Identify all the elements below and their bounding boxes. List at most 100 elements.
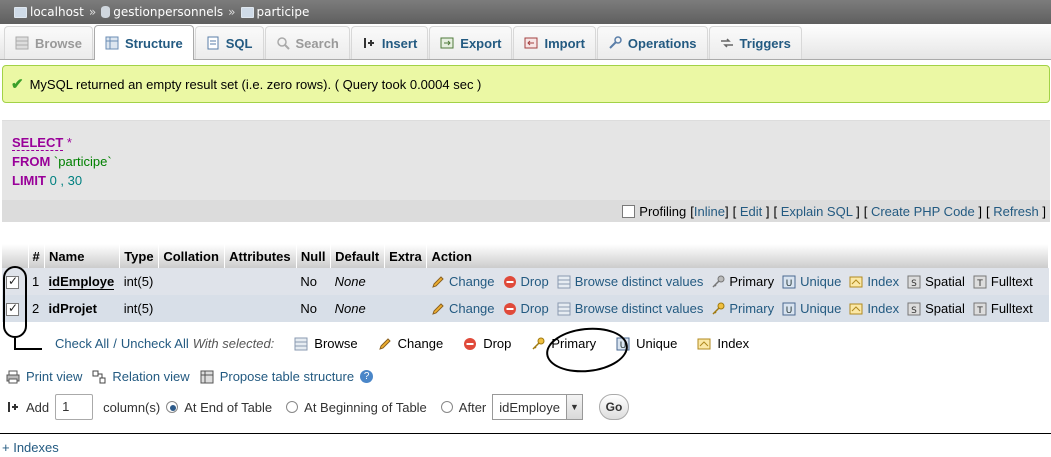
tab-insert[interactable]: Insert [350,26,429,59]
breadcrumb-table[interactable]: participe [240,5,310,19]
drop-icon [503,275,516,288]
search-icon [276,37,290,50]
breadcrumb-server[interactable]: localhost [14,5,84,19]
explain-sql-link[interactable]: Explain SQL [781,204,853,219]
change-label: Change [448,274,495,289]
primary-action[interactable]: Primary [711,274,774,289]
print-view-link[interactable]: Print view [26,369,82,384]
browse-distinct-action[interactable]: Browse distinct values [557,274,703,289]
bulk-drop-button[interactable]: Drop [463,336,511,351]
divider [0,433,1051,434]
fulltext-action[interactable]: T Fulltext [973,301,1033,316]
inline-link[interactable]: Inline [694,204,725,219]
tab-sql[interactable]: SQL [194,26,264,59]
server-link[interactable]: localhost [30,5,84,19]
table-icon [240,6,254,18]
drop-action[interactable]: Drop [503,301,549,316]
export-icon [440,37,454,49]
row-attributes [224,295,297,322]
tab-structure[interactable]: Structure [93,25,194,60]
index-icon [849,303,863,314]
after-radio[interactable] [440,401,453,413]
after-column-select[interactable]: idEmploye ▼ [492,394,583,420]
database-link[interactable]: gestionpersonnels [113,5,223,19]
check-all-link[interactable]: Check All [55,336,109,351]
drop-action[interactable]: Drop [503,274,549,289]
structure-links: Print view Relation view Propose table s… [6,369,374,384]
help-icon[interactable]: ? [360,370,374,383]
tab-import[interactable]: Import [513,26,596,59]
browse-distinct-action[interactable]: Browse distinct values [557,301,703,316]
spatial-action[interactable]: S Spatial [907,274,965,289]
success-message-text: MySQL returned an empty result set (i.e.… [29,76,482,92]
row-number: 2 [28,295,45,322]
spatial-label: Spatial [925,274,965,289]
index-action[interactable]: Index [849,274,899,289]
drop-label: Drop [520,274,549,289]
index-icon [697,338,711,349]
row-default-value: None [334,274,366,289]
at-beginning-radio[interactable] [286,401,299,413]
bulk-change-label: Change [397,336,444,351]
propose-structure-link[interactable]: Propose table structure [220,369,354,384]
print-view-item[interactable]: Print view [6,369,82,384]
relation-view-item[interactable]: Relation view [92,369,190,384]
sql-keyword-select[interactable]: SELECT [12,135,64,151]
fulltext-icon: T [973,302,987,316]
header-type: Type [119,244,160,268]
breadcrumb-database[interactable]: gestionpersonnels [101,5,223,19]
fulltext-label: Fulltext [990,274,1033,289]
row-default: None [330,295,385,322]
header-number: # [28,244,46,268]
primary-action[interactable]: Primary [711,301,774,316]
uncheck-all-link[interactable]: Uncheck All [121,336,189,351]
change-action[interactable]: Change [431,274,495,289]
spatial-icon: S [907,275,921,289]
fulltext-action[interactable]: T Fulltext [973,274,1033,289]
field-name[interactable]: idProjet [49,301,97,316]
tab-operations[interactable]: Operations [596,26,708,59]
bulk-browse-button[interactable]: Browse [294,336,358,351]
drop-icon [464,337,477,350]
refresh-link[interactable]: Refresh [993,204,1039,219]
table-link[interactable]: participe [257,5,310,19]
after-column-value: idEmploye [499,399,560,415]
profiling-checkbox[interactable] [622,204,636,218]
bulk-index-button[interactable]: Index [697,336,749,351]
add-column-form: Add 1 column(s) At End of Table At Begin… [6,394,629,420]
primary-label: Primary [729,301,775,316]
at-end-radio[interactable] [166,401,179,413]
sql-table-name: `participe` [53,154,112,169]
unique-action[interactable]: U Unique [782,301,841,316]
header-default: Default [330,244,386,268]
spatial-action[interactable]: S Spatial [907,301,965,316]
go-button[interactable]: Go [598,394,629,420]
row-attributes [224,268,297,295]
index-action[interactable]: Index [849,301,899,316]
bulk-index-label: Index [717,336,750,351]
tab-triggers[interactable]: Triggers [708,26,802,59]
bulk-change-button[interactable]: Change [378,336,444,351]
tab-export[interactable]: Export [429,26,513,59]
column-count-input[interactable]: 1 [55,394,94,420]
row-actions: Change Drop Browse distinct values Prima… [426,268,1049,295]
tab-label: Search [295,35,339,51]
tab-browse[interactable]: Browse [4,26,93,59]
unique-action[interactable]: U Unique [782,274,841,289]
row-collation [158,268,225,295]
tab-search[interactable]: Search [264,26,350,59]
relation-view-link[interactable]: Relation view [112,369,189,384]
after-label: After [458,399,487,415]
bulk-browse-label: Browse [314,336,358,351]
indexes-link[interactable]: + Indexes [2,440,59,455]
field-name[interactable]: idEmploye [48,274,115,290]
drop-icon [503,302,516,315]
tab-label: SQL [225,35,253,51]
create-php-code-link[interactable]: Create PHP Code [871,204,975,219]
edit-link[interactable]: Edit [740,204,762,219]
row-name-cell: idEmploye [44,268,120,295]
pencil-icon [432,302,444,315]
change-action[interactable]: Change [431,301,495,316]
propose-structure-item[interactable]: Propose table structure ? [200,369,374,384]
with-selected-label: With selected: [192,336,275,351]
